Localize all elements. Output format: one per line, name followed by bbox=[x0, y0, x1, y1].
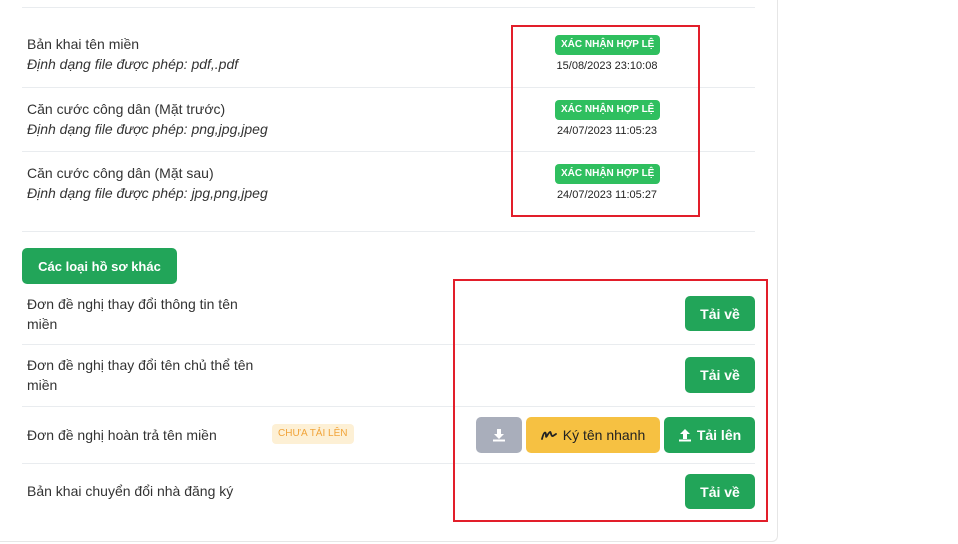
document-format: Định dạng file được phép: pdf,.pdf bbox=[27, 56, 239, 72]
status-badge: XÁC NHẬN HỢP LỆ bbox=[555, 35, 661, 55]
status-timestamp: 15/08/2023 23:10:08 bbox=[556, 60, 658, 72]
upload-button[interactable]: Tải lên bbox=[664, 417, 755, 453]
form-row-transfer-registrar: Bản khai chuyển đổi nhà đăng ký Tải về bbox=[22, 464, 755, 520]
form-name: Bản khai chuyển đổi nhà đăng ký bbox=[27, 483, 234, 499]
quick-sign-label: Ký tên nhanh bbox=[562, 427, 646, 443]
other-documents-button[interactable]: Các loại hồ sơ khác bbox=[22, 248, 177, 284]
document-row-ban-khai: Bản khai tên miền Định dạng file được ph… bbox=[22, 23, 755, 87]
document-status: XÁC NHẬN HỢP LỆ 15/08/2023 23:10:08 bbox=[555, 34, 661, 72]
status-badge: XÁC NHẬN HỢP LỆ bbox=[555, 100, 661, 120]
documents-card: Bản khai tên miền Định dạng file được ph… bbox=[0, 0, 778, 542]
form-name: Đơn đề nghị hoàn trả tên miền bbox=[27, 427, 217, 443]
download-icon bbox=[492, 428, 506, 442]
form-row-change-owner: Đơn đề nghị thay đổi tên chủ thể tên miề… bbox=[22, 345, 755, 406]
divider bbox=[22, 231, 755, 232]
status-badge: XÁC NHẬN HỢP LỆ bbox=[555, 164, 661, 184]
download-file-button[interactable] bbox=[476, 417, 522, 453]
status-badge: CHƯA TẢI LÊN bbox=[272, 424, 354, 444]
document-status: XÁC NHẬN HỢP LỆ 24/07/2023 11:05:27 bbox=[555, 163, 661, 201]
status-timestamp: 24/07/2023 11:05:27 bbox=[556, 189, 658, 201]
download-button[interactable]: Tải về bbox=[685, 357, 755, 393]
divider bbox=[22, 7, 755, 8]
download-button[interactable]: Tải về bbox=[685, 474, 755, 509]
upload-icon bbox=[678, 428, 692, 442]
signature-icon bbox=[540, 429, 557, 441]
form-row-return-domain: Đơn đề nghị hoàn trả tên miền CHƯA TẢI L… bbox=[22, 407, 755, 463]
document-status: XÁC NHẬN HỢP LỆ 24/07/2023 11:05:23 bbox=[555, 99, 661, 137]
document-format: Định dạng file được phép: png,jpg,jpeg bbox=[27, 121, 268, 137]
upload-label: Tải lên bbox=[696, 427, 742, 443]
quick-sign-button[interactable]: Ký tên nhanh bbox=[526, 417, 660, 453]
document-row-cccd-back: Căn cước công dân (Mặt sau) Định dạng fi… bbox=[22, 152, 755, 216]
document-name: Bản khai tên miền bbox=[27, 36, 140, 52]
document-format: Định dạng file được phép: jpg,png,jpeg bbox=[27, 185, 268, 201]
document-row-cccd-front: Căn cước công dân (Mặt trước) Định dạng … bbox=[22, 88, 755, 152]
form-name: Đơn đề nghị thay đổi thông tin tên miền bbox=[27, 296, 238, 332]
form-row-change-info: Đơn đề nghị thay đổi thông tin tên miền … bbox=[22, 283, 755, 344]
download-button[interactable]: Tải về bbox=[685, 296, 755, 331]
document-name: Căn cước công dân (Mặt sau) bbox=[27, 165, 214, 181]
form-name: Đơn đề nghị thay đổi tên chủ thể tên miề… bbox=[27, 357, 254, 393]
document-name: Căn cước công dân (Mặt trước) bbox=[27, 101, 226, 117]
status-timestamp: 24/07/2023 11:05:23 bbox=[556, 125, 658, 137]
